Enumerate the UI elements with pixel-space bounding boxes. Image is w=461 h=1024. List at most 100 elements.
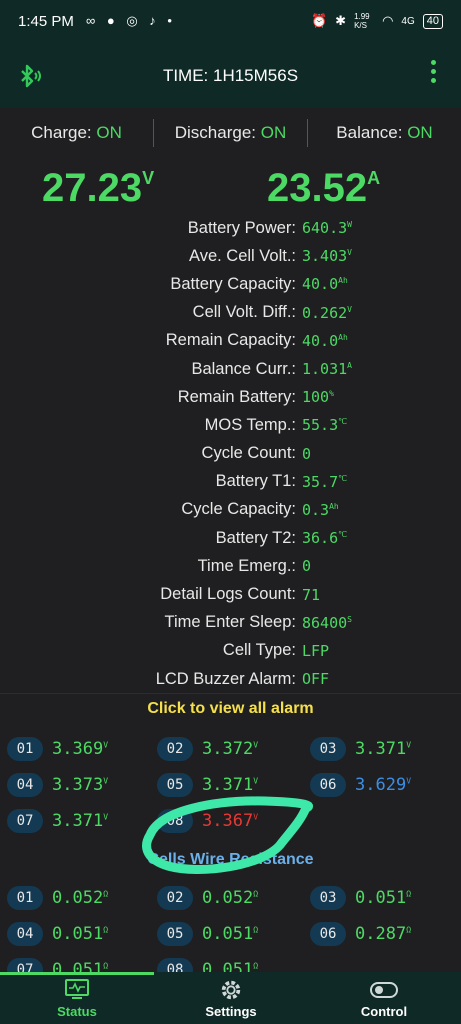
- charge-status: Charge: ON: [0, 123, 153, 143]
- param-value: 0.3Ah: [296, 501, 339, 519]
- param-number: 36.6: [302, 529, 339, 548]
- cell-number: 3.371: [202, 775, 254, 795]
- param-number: 0.3: [302, 500, 330, 519]
- param-label: Balance Curr.:: [191, 359, 296, 378]
- param-row: Time Enter Sleep: 86400S: [0, 609, 461, 637]
- cell-number: 3.372: [202, 739, 254, 759]
- cell-value: 0.287Ω: [355, 924, 411, 944]
- param-unit: Ah: [329, 501, 339, 511]
- page-title: TIME: 1H15M56S: [162, 66, 299, 85]
- param-label: Battery T1:: [215, 472, 296, 491]
- cell-index-badge: 05: [157, 773, 193, 797]
- cell-number: 0.052: [202, 888, 254, 908]
- active-tab-indicator: [0, 972, 154, 975]
- cell-unit: Ω: [406, 889, 412, 899]
- param-row: Remain Capacity: 40.0Ah: [0, 327, 461, 355]
- param-unit: S: [347, 614, 352, 624]
- wire-resistance-item: 01 0.052Ω: [7, 886, 108, 910]
- cell-value: 0.052Ω: [52, 888, 108, 908]
- wire-resistance-item: 02 0.052Ω: [157, 886, 258, 910]
- balance-status: Balance: ON: [308, 123, 461, 143]
- tab-status[interactable]: Status: [0, 978, 154, 1019]
- cell-value: 0.052Ω: [202, 888, 258, 908]
- cell-index-badge: 07: [7, 809, 43, 833]
- param-row: Battery Capacity: 40.0Ah: [0, 270, 461, 298]
- notification-icons: ∞ ● ◎ ♪ •: [86, 13, 176, 28]
- cell-voltage-item: 05 3.371V: [157, 773, 258, 797]
- param-row: MOS Temp.: 55.3℃: [0, 411, 461, 439]
- param-row: Remain Battery: 100%: [0, 383, 461, 411]
- current-unit: A: [367, 168, 381, 188]
- param-label: MOS Temp.:: [204, 415, 296, 434]
- cell-unit: Ω: [253, 889, 259, 899]
- param-number: 0.262: [302, 303, 348, 322]
- cell-unit: V: [253, 740, 259, 750]
- param-unit: A: [347, 361, 352, 371]
- switch-status-row: Charge: ON Discharge: ON Balance: ON: [0, 108, 461, 158]
- grid-row: 01 3.369V 02 3.372V 03 3.371V: [0, 737, 461, 773]
- cell-index-badge: 08: [157, 809, 193, 833]
- param-value: 3.403V: [296, 247, 352, 265]
- param-row: Time Emerg.: 0: [0, 552, 461, 580]
- wire-resistance-item: 03 0.051Ω: [310, 886, 411, 910]
- cell-index-badge: 06: [310, 773, 346, 797]
- more-menu-icon[interactable]: [431, 60, 437, 87]
- wire-resistance-item: 04 0.051Ω: [7, 922, 108, 946]
- discharge-value: ON: [260, 123, 287, 142]
- cell-voltage-item: 07 3.371V: [7, 809, 108, 833]
- voltage-value: 27.23: [42, 166, 143, 210]
- total-voltage: 27.23V: [42, 166, 154, 211]
- cell-index-badge: 01: [7, 886, 43, 910]
- param-value: 0: [296, 557, 311, 575]
- view-alarm-link[interactable]: Click to view all alarm: [0, 700, 461, 718]
- total-current: 23.52A: [267, 166, 380, 211]
- param-unit: %: [329, 389, 334, 399]
- tab-control[interactable]: Control: [307, 978, 461, 1019]
- cell-index-badge: 03: [310, 737, 346, 761]
- system-icons: ⏰ ✱ 1.99 K/S ◠ 4G 40: [311, 12, 443, 30]
- cell-voltage-item: 02 3.372V: [157, 737, 258, 761]
- param-label: Remain Battery:: [177, 387, 296, 406]
- param-label: Cell Type:: [222, 641, 296, 660]
- status-bar: 1:45 PM ∞ ● ◎ ♪ • ⏰ ✱ 1.99 K/S ◠ 4G 40: [0, 0, 461, 44]
- param-number: 0: [302, 444, 312, 463]
- voltage-unit: V: [142, 168, 155, 188]
- param-row: Cycle Count: 0: [0, 440, 461, 468]
- param-label: Detail Logs Count:: [160, 585, 296, 604]
- param-value: 35.7℃: [296, 473, 347, 491]
- cell-index-badge: 04: [7, 773, 43, 797]
- cell-index-badge: 06: [310, 922, 346, 946]
- param-value: 100%: [296, 388, 334, 406]
- param-row: Cycle Capacity: 0.3Ah: [0, 496, 461, 524]
- cell-number: 3.367: [202, 811, 254, 831]
- cell-unit: V: [103, 812, 109, 822]
- grid-row: 04 3.373V 05 3.371V 06 3.629V: [0, 773, 461, 809]
- param-value: 640.3W: [296, 219, 352, 237]
- cell-index-badge: 05: [157, 922, 193, 946]
- app-bar: TIME: 1H15M56S: [0, 44, 461, 108]
- tab-settings[interactable]: Settings: [154, 978, 308, 1019]
- param-value: 1.031A: [296, 360, 352, 378]
- cell-unit: V: [406, 740, 412, 750]
- cell-voltage-item: 04 3.373V: [7, 773, 108, 797]
- param-row: LCD Buzzer Alarm: OFF: [0, 665, 461, 693]
- param-value: 86400S: [296, 614, 352, 632]
- grid-row: 07 3.371V 08 3.367 V: [0, 809, 461, 845]
- bottom-nav: Status Settings Control: [0, 972, 461, 1024]
- param-number: 35.7: [302, 472, 339, 491]
- cell-unit: Ω: [406, 925, 412, 935]
- cell-value: 3.369V: [52, 739, 108, 759]
- param-label: LCD Buzzer Alarm:: [155, 669, 296, 688]
- wifi-icon: ◠: [382, 13, 394, 28]
- param-row: Cell Volt. Diff.: 0.262V: [0, 299, 461, 327]
- wire-resistance-item: 06 0.287Ω: [310, 922, 411, 946]
- param-number: 640.3: [302, 219, 348, 238]
- param-row: Detail Logs Count: 71: [0, 580, 461, 608]
- alarm-icon: ⏰: [310, 13, 328, 28]
- tab-control-label: Control: [360, 1004, 408, 1019]
- param-unit: Ah: [338, 276, 348, 286]
- param-value: 0.262V: [296, 304, 352, 322]
- toggle-icon: [307, 978, 461, 1004]
- cell-number: 0.051: [355, 888, 407, 908]
- param-value: 40.0Ah: [296, 332, 348, 350]
